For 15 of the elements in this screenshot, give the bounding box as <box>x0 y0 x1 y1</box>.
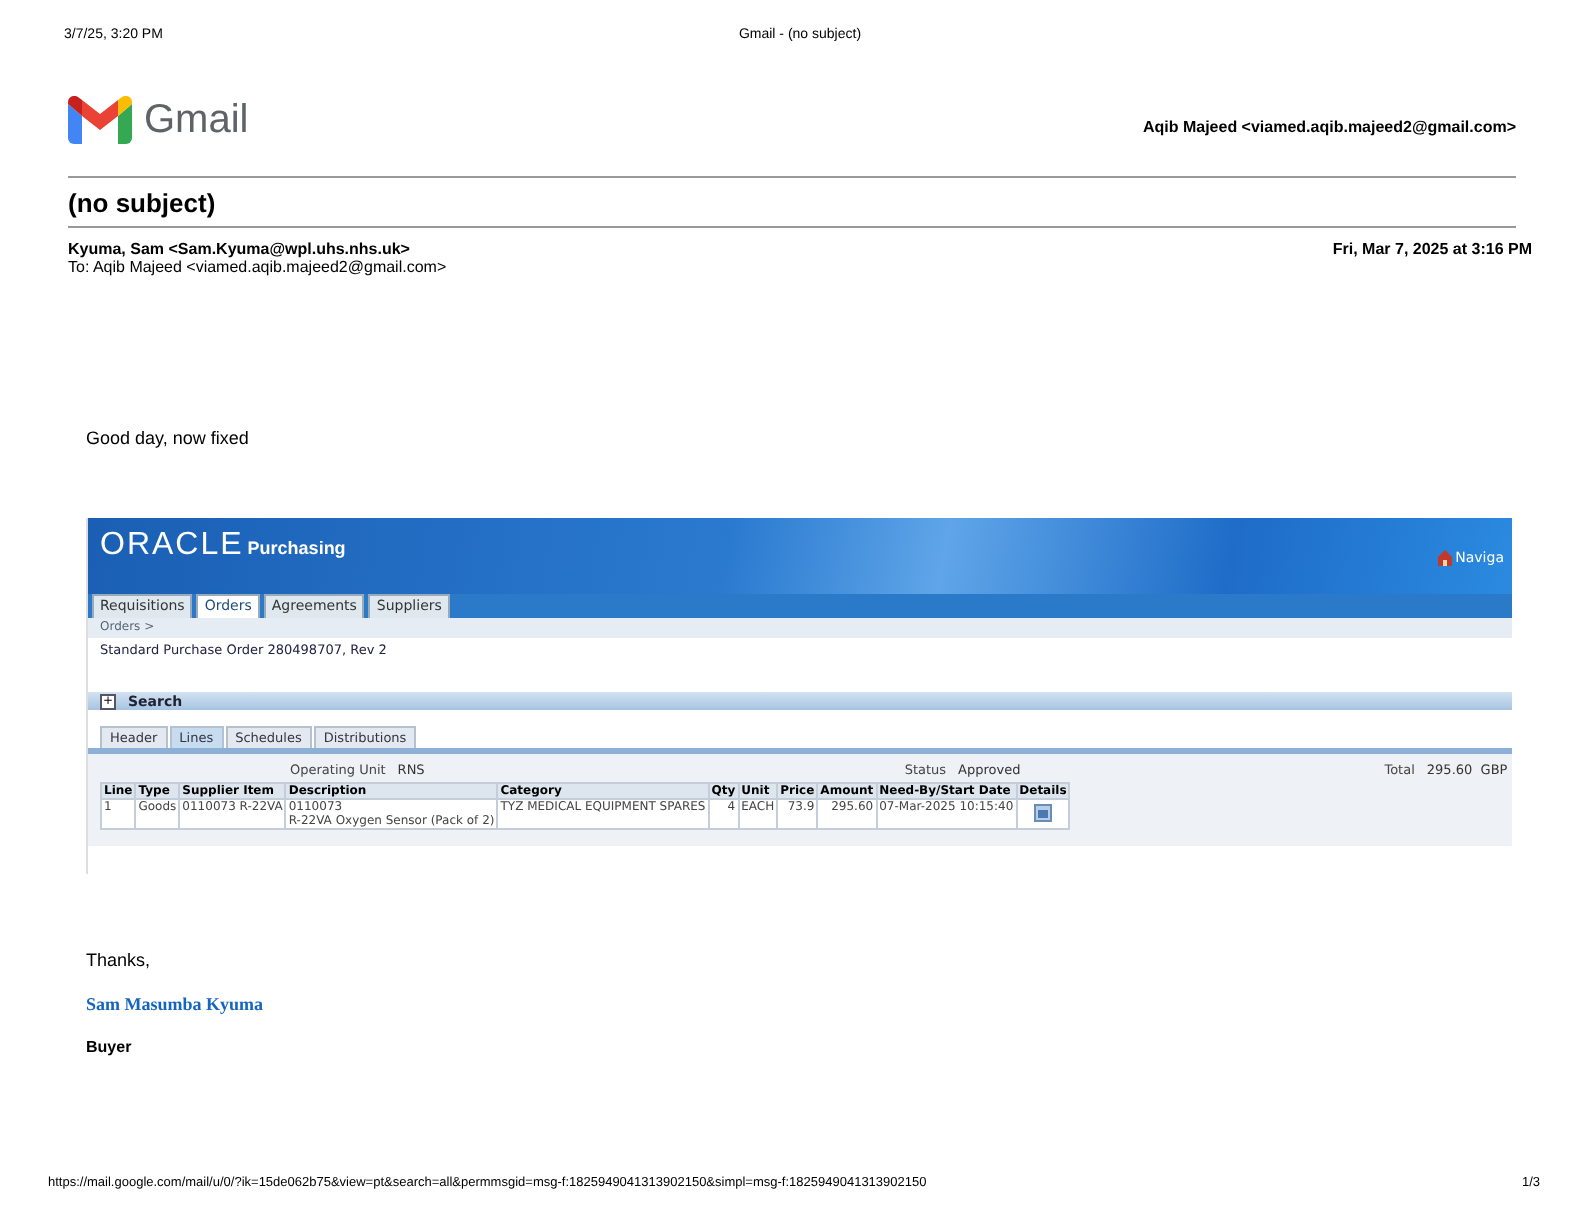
sender: Kyuma, Sam <Sam.Kyuma@wpl.uhs.nhs.uk> <box>68 240 412 258</box>
sent-date: Fri, Mar 7, 2025 at 3:16 PM <box>1332 240 1532 262</box>
gmail-wordmark: Gmail <box>144 97 249 143</box>
account-name: Aqib Majeed <viamed.aqib.majeed2@gmail.com> <box>1142 117 1516 135</box>
signature-role: Buyer <box>86 1038 134 1056</box>
signature-name: Sam Masumba Kyuma <box>86 994 266 1014</box>
brand-logo: ORACLE <box>100 528 244 564</box>
recipient: To: Aqib Majeed <viamed.aqib.majeed2@gmail.com> <box>68 258 447 276</box>
product-name: Purchasing <box>247 538 346 558</box>
gmail-logo-icon <box>68 96 132 144</box>
home-icon[interactable] <box>1437 550 1452 566</box>
closing-text: Thanks, <box>86 950 153 970</box>
details-icon[interactable] <box>1033 803 1052 821</box>
email-subject: (no subject) <box>68 188 218 218</box>
greeting-text: Good day, now fixed <box>86 428 251 448</box>
